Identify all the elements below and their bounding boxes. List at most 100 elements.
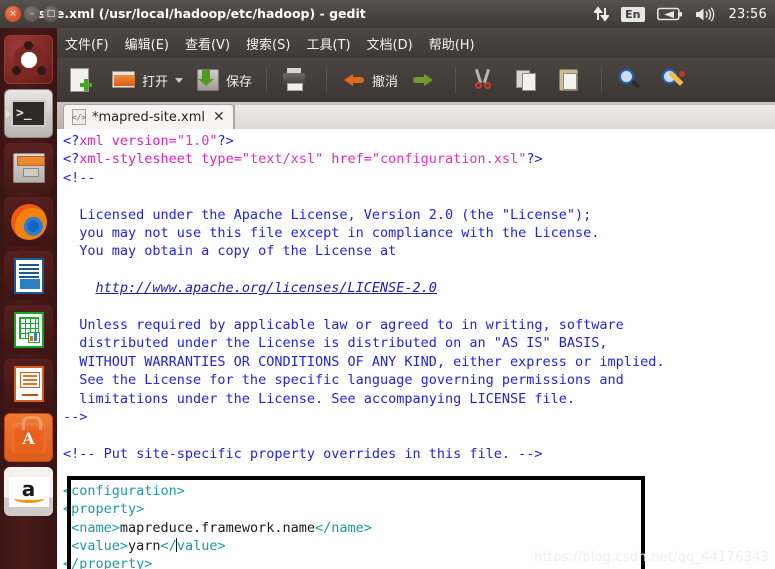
menu-edit[interactable]: 编辑(E) — [125, 34, 169, 53]
launcher-item-firefox[interactable] — [4, 197, 53, 246]
network-updown-icon[interactable] — [594, 6, 610, 22]
code-token: http://www.apache.org/licenses/LICENSE-2… — [95, 280, 437, 297]
menu-view[interactable]: 查看(V) — [185, 34, 230, 53]
screen: × – □ d-site.xml (/usr/local/hadoop/etc/… — [0, 0, 775, 569]
undo-button[interactable]: 撤消 — [338, 65, 401, 95]
launcher-item-libreoffice-calc[interactable] — [4, 305, 53, 354]
open-label: 打开 — [142, 74, 169, 90]
editor-line: limitations under the License. See accom… — [63, 390, 775, 408]
menu-file[interactable]: 文件(F) — [65, 34, 109, 53]
editor-line: <name>mapreduce.framework.name</name> — [63, 519, 775, 537]
menu-tools[interactable]: 工具(T) — [306, 34, 350, 53]
copy-button[interactable] — [510, 65, 547, 95]
save-button[interactable]: 保存 — [192, 65, 255, 95]
toolbar-separator — [455, 67, 457, 93]
indicator-area: En 23:56 — [594, 0, 767, 28]
new-document-button[interactable] — [65, 65, 102, 95]
code-token: You may obtain a copy of the License at — [63, 243, 397, 260]
tab-close-icon[interactable]: ✕ — [213, 110, 225, 124]
find-button[interactable] — [613, 65, 650, 95]
firefox-icon — [10, 203, 47, 240]
replace-button[interactable] — [656, 65, 693, 95]
keyboard-layout-indicator[interactable]: En — [621, 6, 645, 22]
top-panel: × – □ d-site.xml (/usr/local/hadoop/etc/… — [0, 0, 775, 28]
watermark: https://blog.csdn.net/qq_44176343 — [534, 550, 769, 565]
editor-line: <configuration> — [63, 482, 775, 500]
editor-line: You may obtain a copy of the License at — [63, 242, 775, 260]
battery-icon[interactable] — [656, 7, 683, 21]
search-replace-icon — [659, 67, 686, 93]
code-token: <!-- — [63, 169, 96, 186]
code-token: mapreduce.framework.name — [119, 519, 315, 536]
editor-line: distributed under the License is distrib… — [63, 334, 775, 352]
search-icon — [616, 67, 642, 93]
editor-line: WITHOUT WARRANTIES OR CONDITIONS OF ANY … — [63, 353, 775, 371]
ubuntu-logo-icon — [11, 40, 46, 76]
tab-strip-filler — [233, 105, 775, 129]
code-token: <property> — [63, 501, 145, 518]
tab-strip: </> *mapred-site.xml ✕ — [57, 102, 775, 129]
scissors-icon — [470, 67, 496, 93]
launcher-item-libreoffice-impress[interactable] — [4, 359, 53, 408]
code-token: <value> — [63, 537, 129, 554]
text-editor-area[interactable]: <?xml version="1.0"?> <?xml-stylesheet ty… — [57, 129, 775, 569]
window-title: d-site.xml (/usr/local/hadoop/etc/hadoop… — [24, 6, 366, 21]
code-token: "configuration.xsl" — [371, 151, 527, 168]
editor-line: http://www.apache.org/licenses/LICENSE-2… — [63, 279, 775, 297]
editor-line: <?xml version="1.0"?> — [63, 132, 775, 150]
launcher-item-ubuntu-dash[interactable] — [4, 35, 53, 84]
maximize-window-button[interactable]: □ — [43, 6, 59, 22]
code-token: See the License for the specific languag… — [63, 372, 624, 389]
ubuntu-software-glyph: A — [22, 428, 35, 448]
close-window-button[interactable]: × — [5, 6, 21, 22]
code-token: <name> — [63, 519, 120, 536]
code-token: </name> — [314, 519, 372, 536]
toolbar-separator — [601, 67, 603, 93]
open-button[interactable]: 打开 — [108, 65, 186, 95]
paste-button[interactable] — [553, 65, 590, 95]
print-button[interactable] — [278, 65, 315, 95]
print-icon — [281, 67, 307, 93]
tab-mapred-site-xml[interactable]: </> *mapred-site.xml ✕ — [63, 104, 234, 129]
redo-button[interactable] — [407, 65, 444, 95]
launcher-item-files[interactable] — [4, 143, 53, 192]
undo-icon — [341, 67, 367, 93]
window-controls[interactable]: × – □ — [5, 6, 59, 22]
menu-search[interactable]: 搜索(S) — [246, 34, 290, 53]
code-token: <configuration> — [63, 482, 185, 499]
save-label: 保存 — [226, 74, 253, 90]
code-token: </property> — [63, 556, 153, 569]
unity-launcher: >_ A a — [0, 28, 57, 569]
editor-line: Unless required by applicable law or agr… — [63, 316, 775, 334]
menu-help[interactable]: 帮助(H) — [429, 34, 475, 53]
code-token: ?> — [526, 151, 543, 168]
editor-line: <!-- Put site-specific property override… — [63, 445, 775, 463]
launcher-item-libreoffice-writer[interactable] — [4, 251, 53, 300]
editor-line: <?xml-stylesheet type="text/xsl" href="c… — [63, 150, 775, 168]
menu-bar: 文件(F) 编辑(E) 查看(V) 搜索(S) 工具(T) 文档(D) 帮助(H… — [57, 28, 775, 58]
clipboard-icon — [556, 67, 582, 93]
code-token: <? — [63, 151, 80, 168]
code-token: distributed under the License is distrib… — [63, 335, 608, 352]
cut-button[interactable] — [467, 65, 504, 95]
gedit-window: 文件(F) 编辑(E) 查看(V) 搜索(S) 工具(T) 文档(D) 帮助(H… — [57, 28, 775, 569]
code-token: <? — [63, 133, 80, 149]
editor-line: <property> — [63, 500, 775, 518]
launcher-item-amazon[interactable]: a — [4, 467, 53, 516]
code-token: <!-- Put site-specific property override… — [63, 445, 543, 462]
minimize-window-button[interactable]: – — [24, 6, 40, 22]
launcher-item-ubuntu-software[interactable]: A — [4, 413, 53, 462]
launcher-item-terminal[interactable]: >_ — [4, 89, 53, 138]
clock[interactable]: 23:56 — [729, 7, 767, 22]
volume-icon[interactable] — [695, 6, 717, 22]
code-token: "text/xsl" — [241, 151, 324, 168]
menu-documents[interactable]: 文档(D) — [367, 34, 413, 53]
chevron-down-icon[interactable] — [175, 77, 184, 83]
toolbar-separator — [326, 67, 328, 93]
code-token: yarn — [128, 537, 161, 554]
code-token: xml-stylesheet type= — [79, 151, 242, 168]
